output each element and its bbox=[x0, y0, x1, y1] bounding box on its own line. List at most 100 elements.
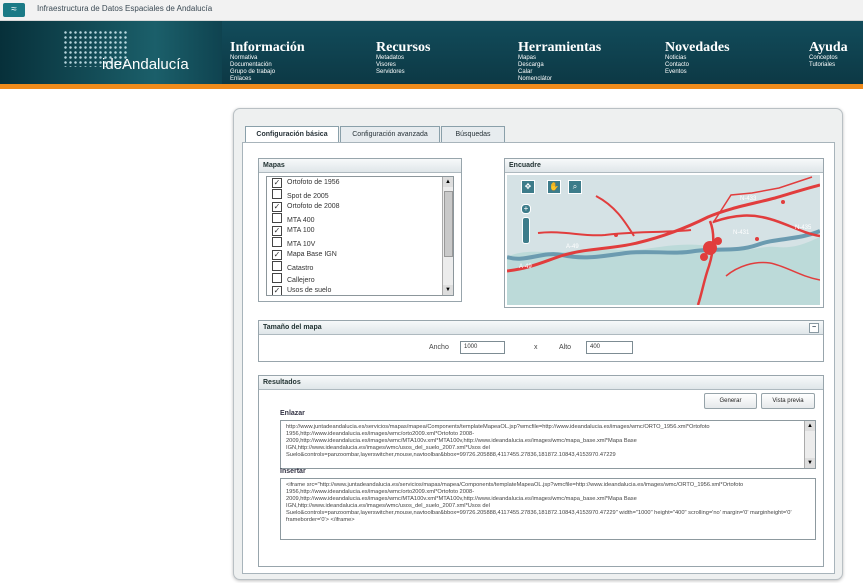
wifi-icon: ≈ bbox=[3, 3, 25, 17]
checkbox-icon[interactable] bbox=[272, 213, 282, 223]
checkbox-checked-icon[interactable]: ✓ bbox=[272, 250, 282, 260]
checkbox-icon[interactable] bbox=[272, 237, 282, 247]
scroll-down-icon[interactable]: ▼ bbox=[443, 285, 453, 295]
nav-link[interactable]: Mapas bbox=[518, 55, 601, 62]
road-label: A-49 bbox=[519, 264, 532, 270]
tab-content: Mapas ✓ Ortofoto de 1956 Spot de 2005 ✓ Or… bbox=[242, 142, 835, 574]
map-size-title: Tamaño del mapa bbox=[263, 324, 322, 331]
link-scrollbar[interactable]: ▲ ▼ bbox=[804, 421, 815, 468]
map-canvas[interactable]: N-433 N-435 A-49 N-431 A-49 bbox=[507, 175, 820, 305]
site-title: Infraestructura de Datos Espaciales de A… bbox=[37, 4, 213, 13]
nav-novedades[interactable]: Novedades Noticias Contacto Eventos bbox=[665, 41, 730, 76]
embed-text[interactable]: <iframe src="http://www.juntadeandalucia… bbox=[286, 482, 792, 523]
zoom-in-icon[interactable]: + bbox=[521, 204, 531, 214]
nav-link[interactable]: Conceptos bbox=[809, 55, 848, 62]
scroll-up-icon[interactable]: ▲ bbox=[805, 421, 815, 431]
layer-item[interactable]: ✓ Mapa Base IGN bbox=[267, 249, 453, 261]
layer-item[interactable]: MTA 400 bbox=[267, 213, 453, 225]
generate-button[interactable]: Generar bbox=[704, 393, 757, 409]
results-box: Resultados Generar Vista previa Enlazar … bbox=[258, 375, 824, 567]
nav-link[interactable]: Calar bbox=[518, 69, 601, 76]
tab-basic-config[interactable]: Configuración básica bbox=[245, 126, 339, 143]
collapse-icon[interactable]: − bbox=[809, 323, 819, 333]
checkbox-icon[interactable] bbox=[272, 189, 282, 199]
tab-advanced-config[interactable]: Configuración avanzada bbox=[340, 126, 440, 143]
nav-title[interactable]: Novedades bbox=[665, 41, 730, 55]
link-text[interactable]: http://www.juntadeandalucia.es/servicios… bbox=[286, 424, 710, 458]
frame-box: Encuadre N-433 N-435 A-49 N-431 A-49 ✥ ✋… bbox=[504, 158, 824, 308]
layer-item[interactable]: ✓ Ortofoto de 2008 bbox=[267, 201, 453, 213]
nav-link[interactable]: Metadatos bbox=[376, 55, 430, 62]
checkbox-icon[interactable] bbox=[272, 273, 282, 283]
preview-button[interactable]: Vista previa bbox=[761, 393, 815, 409]
link-textarea[interactable]: http://www.juntadeandalucia.es/servicios… bbox=[280, 420, 816, 469]
checkbox-checked-icon[interactable]: ✓ bbox=[272, 286, 282, 295]
nav-link[interactable]: Noticias bbox=[665, 55, 730, 62]
frame-title: Encuadre bbox=[505, 159, 823, 173]
nav-link[interactable]: Descarga bbox=[518, 62, 601, 69]
nav-link[interactable]: Documentación bbox=[230, 62, 305, 69]
nav-link[interactable]: Normativa bbox=[230, 55, 305, 62]
layer-item[interactable]: ✓ Usos de suelo bbox=[267, 285, 453, 295]
zoom-box-icon[interactable]: ⌕ bbox=[568, 180, 582, 194]
map-size-box: Tamaño del mapa − Ancho 1000 x Alto 400 bbox=[258, 320, 824, 362]
nav-title[interactable]: Información bbox=[230, 41, 305, 55]
layer-item[interactable]: ✓ Ortofoto de 1956 bbox=[267, 177, 453, 189]
nav-link[interactable]: Eventos bbox=[665, 69, 730, 76]
road-label: A-49 bbox=[566, 244, 579, 250]
zoom-slider-icon[interactable] bbox=[522, 217, 530, 244]
layer-item[interactable]: Catastro bbox=[267, 261, 453, 273]
nav-link[interactable]: Grupo de trabajo bbox=[230, 69, 305, 76]
checkbox-checked-icon[interactable]: ✓ bbox=[272, 178, 282, 188]
nav-link[interactable]: Enlaces bbox=[230, 76, 305, 83]
checkbox-icon[interactable] bbox=[272, 261, 282, 271]
road-label: N-433 bbox=[740, 196, 757, 202]
scroll-up-icon[interactable]: ▲ bbox=[443, 177, 453, 187]
road-label: N-435 bbox=[795, 225, 812, 231]
tab-searches[interactable]: Búsquedas bbox=[441, 126, 505, 143]
nav-link[interactable]: Nomenclátor bbox=[518, 76, 601, 83]
layer-scrollbar[interactable]: ▲ ▼ bbox=[442, 177, 453, 295]
nav-recursos[interactable]: Recursos Metadatos Visores Servidores bbox=[376, 41, 430, 76]
breadcrumb[interactable]: Inicio > Mapas bbox=[4, 103, 43, 109]
width-label: Ancho bbox=[429, 344, 449, 351]
header-banner: ideAndalucía Información Normativa Docum… bbox=[0, 21, 863, 109]
checkbox-checked-icon[interactable]: ✓ bbox=[272, 226, 282, 236]
scroll-thumb[interactable] bbox=[444, 191, 453, 257]
road-label: N-431 bbox=[733, 230, 750, 236]
checkbox-checked-icon[interactable]: ✓ bbox=[272, 202, 282, 212]
map-size-header: Tamaño del mapa − bbox=[259, 321, 823, 335]
layer-list[interactable]: ✓ Ortofoto de 1956 Spot de 2005 ✓ Ortofoto… bbox=[266, 176, 454, 296]
logo[interactable]: ideAndalucía bbox=[0, 21, 222, 84]
nav-title[interactable]: Ayuda bbox=[809, 41, 848, 55]
width-input[interactable]: 1000 bbox=[460, 341, 505, 354]
link-label: Enlazar bbox=[280, 410, 305, 417]
size-separator: x bbox=[534, 344, 538, 351]
nav-title[interactable]: Herramientas bbox=[518, 41, 601, 55]
nav-link[interactable]: Contacto bbox=[665, 62, 730, 69]
nav-title[interactable]: Recursos bbox=[376, 41, 430, 55]
hand-pan-icon[interactable]: ✋ bbox=[547, 180, 561, 194]
embed-textarea[interactable]: <iframe src="http://www.juntadeandalucia… bbox=[280, 478, 816, 540]
nav-informacion[interactable]: Información Normativa Documentación Grup… bbox=[230, 41, 305, 83]
nav-link[interactable]: Servidores bbox=[376, 69, 430, 76]
embed-label: Insertar bbox=[280, 468, 306, 475]
nav-link[interactable]: Visores bbox=[376, 62, 430, 69]
layer-item[interactable]: MTA 10V bbox=[267, 237, 453, 249]
top-bar: ≈ Infraestructura de Datos Espaciales de… bbox=[0, 0, 863, 21]
height-label: Alto bbox=[559, 344, 572, 351]
nav-ayuda[interactable]: Ayuda Conceptos Tutoriales bbox=[809, 41, 848, 69]
maps-title: Mapas bbox=[259, 159, 461, 173]
nav-link[interactable]: Tutoriales bbox=[809, 62, 848, 69]
pan-arrows-icon[interactable]: ✥ bbox=[521, 180, 535, 194]
layer-item[interactable]: Spot de 2005 bbox=[267, 189, 453, 201]
nav-herramientas[interactable]: Herramientas Mapas Descarga Calar Nomenc… bbox=[518, 41, 601, 83]
map-config-panel: Configuración básica Configuración avanz… bbox=[233, 108, 843, 580]
layer-item[interactable]: ✓ MTA 100 bbox=[267, 225, 453, 237]
maps-box: Mapas ✓ Ortofoto de 1956 Spot de 2005 ✓ Or… bbox=[258, 158, 462, 302]
scroll-down-icon[interactable]: ▼ bbox=[805, 458, 815, 468]
map-view[interactable]: N-433 N-435 A-49 N-431 A-49 ✥ ✋ ⌕ + bbox=[507, 175, 820, 305]
layer-item[interactable]: Callejero bbox=[267, 273, 453, 285]
height-input[interactable]: 400 bbox=[586, 341, 633, 354]
logo-text: ideAndalucía bbox=[102, 56, 189, 73]
